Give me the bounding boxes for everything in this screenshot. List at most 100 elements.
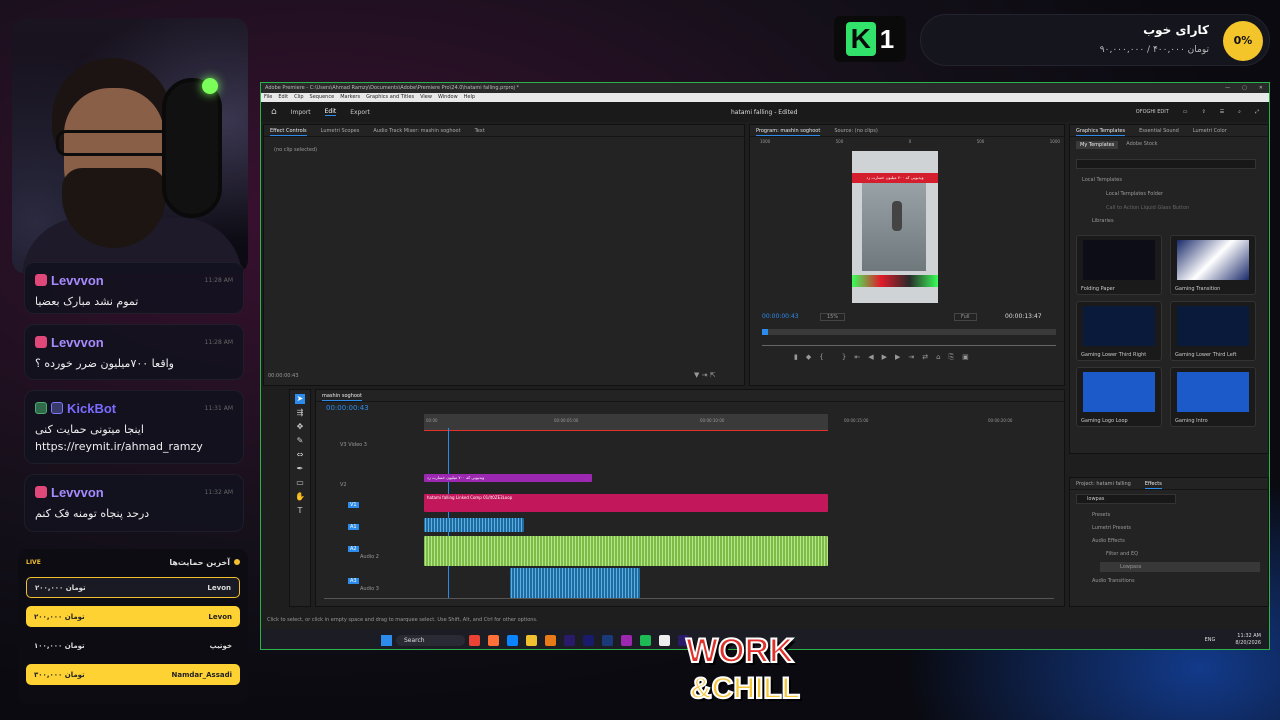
notion-icon[interactable]: [658, 634, 670, 646]
selection-tool-icon[interactable]: ➤: [295, 394, 305, 404]
premiere-icon[interactable]: [563, 634, 575, 646]
tree-filter-eq[interactable]: Filter and EQ: [1106, 551, 1138, 557]
menu-icon[interactable]: ☰: [1220, 109, 1224, 115]
spotify-icon[interactable]: [639, 634, 651, 646]
explorer-icon[interactable]: [525, 634, 537, 646]
razor-icon[interactable]: ✎: [295, 436, 305, 446]
my-templates-tab[interactable]: My Templates: [1076, 141, 1119, 149]
share-icon[interactable]: ⇪: [1201, 109, 1205, 115]
tree-local-folder[interactable]: Local Templates Folder: [1106, 191, 1163, 197]
tab-lumetri-color[interactable]: Lumetri Color: [1193, 125, 1227, 136]
blender-icon[interactable]: [544, 634, 556, 646]
menu-help[interactable]: Help: [464, 93, 475, 102]
minimize-icon[interactable]: —: [1225, 83, 1230, 93]
hand-icon[interactable]: ✋: [295, 492, 305, 502]
transport-controls[interactable]: ▮◆{ }⇤◀▶▶⇥⇄⌂⎘▣: [794, 353, 977, 362]
template-card[interactable]: Gaming Logo Loop: [1076, 367, 1162, 427]
menu-sequence[interactable]: Sequence: [310, 93, 335, 102]
firefox-icon[interactable]: [487, 634, 499, 646]
pen-icon[interactable]: ✒: [295, 464, 305, 474]
aftereffects-icon[interactable]: [582, 634, 594, 646]
maximize-icon[interactable]: ▢: [1242, 83, 1247, 93]
track-label-a2[interactable]: A2: [348, 546, 359, 552]
template-card[interactable]: Gaming Transition: [1170, 235, 1256, 295]
expand-icon[interactable]: ⤢: [1255, 109, 1259, 115]
clip-v1[interactable]: hatami falling Linked Comp 01/It0ZE3Loop: [424, 494, 828, 512]
program-timecode[interactable]: 00:00:00:43: [762, 313, 799, 320]
track-label-a1[interactable]: A1: [348, 524, 359, 530]
edit-tab[interactable]: Edit: [324, 108, 337, 116]
menu-view[interactable]: View: [420, 93, 432, 102]
playhead-bar[interactable]: [762, 329, 1056, 335]
tab-project[interactable]: Project: hatami falling: [1076, 478, 1131, 489]
ripple-edit-icon[interactable]: ✥: [295, 422, 305, 432]
menu-graphics[interactable]: Graphics and Titles: [366, 93, 414, 102]
track-label-a3[interactable]: A3: [348, 578, 359, 584]
panel-icon[interactable]: ▭: [1183, 109, 1188, 115]
template-search-input[interactable]: [1076, 159, 1256, 169]
playhead[interactable]: [448, 428, 449, 598]
clip-a3[interactable]: [510, 568, 640, 598]
track-select-icon[interactable]: ⇶: [295, 408, 305, 418]
clip-a2[interactable]: [424, 536, 828, 566]
adobe-stock-tab[interactable]: Adobe Stock: [1126, 141, 1157, 149]
quality-select[interactable]: Full: [954, 313, 977, 321]
menu-clip[interactable]: Clip: [294, 93, 303, 102]
chat-link[interactable]: https://reymit.ir/ahmad_ramzy: [35, 438, 233, 455]
zoom-select[interactable]: 15%: [820, 313, 846, 321]
track-label-v1[interactable]: V1: [348, 502, 359, 508]
scrub-bar[interactable]: [762, 345, 1056, 346]
clip-v2[interactable]: ویدیویی که ۷۰۰ میلیون خسارت زد: [424, 474, 592, 482]
tab-audio-mixer[interactable]: Audio Track Mixer: mashin soghoot: [373, 125, 460, 136]
import-tab[interactable]: Import: [291, 109, 311, 116]
tab-text[interactable]: Text: [475, 125, 485, 136]
template-card[interactable]: Folding Paper: [1076, 235, 1162, 295]
workspace-user[interactable]: OFOGHI EDIT: [1136, 109, 1169, 115]
tree-lowpass[interactable]: Lowpass: [1100, 562, 1260, 572]
timeline-timecode[interactable]: 00:00:00:43: [326, 404, 369, 412]
lang-indicator[interactable]: ENG: [1205, 637, 1216, 643]
template-card[interactable]: Gaming Lower Third Right: [1076, 301, 1162, 361]
tab-source[interactable]: Source: (no clips): [834, 125, 877, 136]
tree-lumetri-presets[interactable]: Lumetri Presets: [1092, 525, 1131, 531]
tab-graphics-templates[interactable]: Graphics Templates: [1076, 125, 1126, 136]
timeline-ruler[interactable]: [424, 414, 828, 430]
type-icon[interactable]: T: [295, 506, 305, 516]
rectangle-icon[interactable]: ▭: [295, 478, 305, 488]
taskbar-search[interactable]: Search: [396, 634, 465, 646]
tab-effects[interactable]: Effects: [1144, 478, 1162, 489]
tab-lumetri-scopes[interactable]: Lumetri Scopes: [321, 125, 360, 136]
clip-a1[interactable]: [424, 518, 524, 532]
template-card[interactable]: Gaming Intro: [1170, 367, 1256, 427]
menu-edit[interactable]: Edit: [278, 93, 288, 102]
template-card[interactable]: Gaming Lower Third Left: [1170, 301, 1256, 361]
work-area-bar[interactable]: [424, 430, 828, 431]
tree-audio-effects[interactable]: Audio Effects: [1092, 538, 1125, 544]
menu-window[interactable]: Window: [438, 93, 458, 102]
edge-icon[interactable]: [506, 634, 518, 646]
menu-file[interactable]: File: [264, 93, 272, 102]
app-icon[interactable]: [620, 634, 632, 646]
tree-presets[interactable]: Presets: [1092, 512, 1110, 518]
tab-program[interactable]: Program: mashin soghoot: [756, 125, 821, 136]
search-icon[interactable]: ⌕: [1238, 109, 1241, 115]
home-icon[interactable]: ⌂: [271, 107, 277, 117]
filter-icon[interactable]: ▼ ⇥ ⇱: [694, 371, 716, 379]
tree-cta-button[interactable]: Call to Action Liquid Glass Button: [1106, 205, 1189, 211]
slip-icon[interactable]: ⇔: [295, 450, 305, 460]
tree-audio-transitions[interactable]: Audio Transitions: [1092, 578, 1135, 584]
sequence-tab[interactable]: mashin soghoot: [322, 390, 362, 401]
start-icon[interactable]: [381, 634, 392, 646]
tree-local-templates[interactable]: Local Templates: [1082, 177, 1122, 183]
chrome-icon[interactable]: [468, 634, 480, 646]
menu-markers[interactable]: Markers: [340, 93, 360, 102]
video-preview[interactable]: ویدیویی که ۷۰۰ میلیون خسارت زد: [852, 151, 938, 303]
tab-essential-sound[interactable]: Essential Sound: [1139, 125, 1179, 136]
tree-libraries[interactable]: Libraries: [1092, 218, 1114, 224]
effects-search-input[interactable]: lowpas: [1076, 494, 1176, 504]
tab-effect-controls[interactable]: Effect Controls: [270, 125, 307, 136]
photoshop-icon[interactable]: [601, 634, 613, 646]
close-icon[interactable]: ✕: [1259, 83, 1263, 93]
timeline-scrollbar[interactable]: [324, 598, 1054, 599]
export-tab[interactable]: Export: [350, 109, 370, 116]
